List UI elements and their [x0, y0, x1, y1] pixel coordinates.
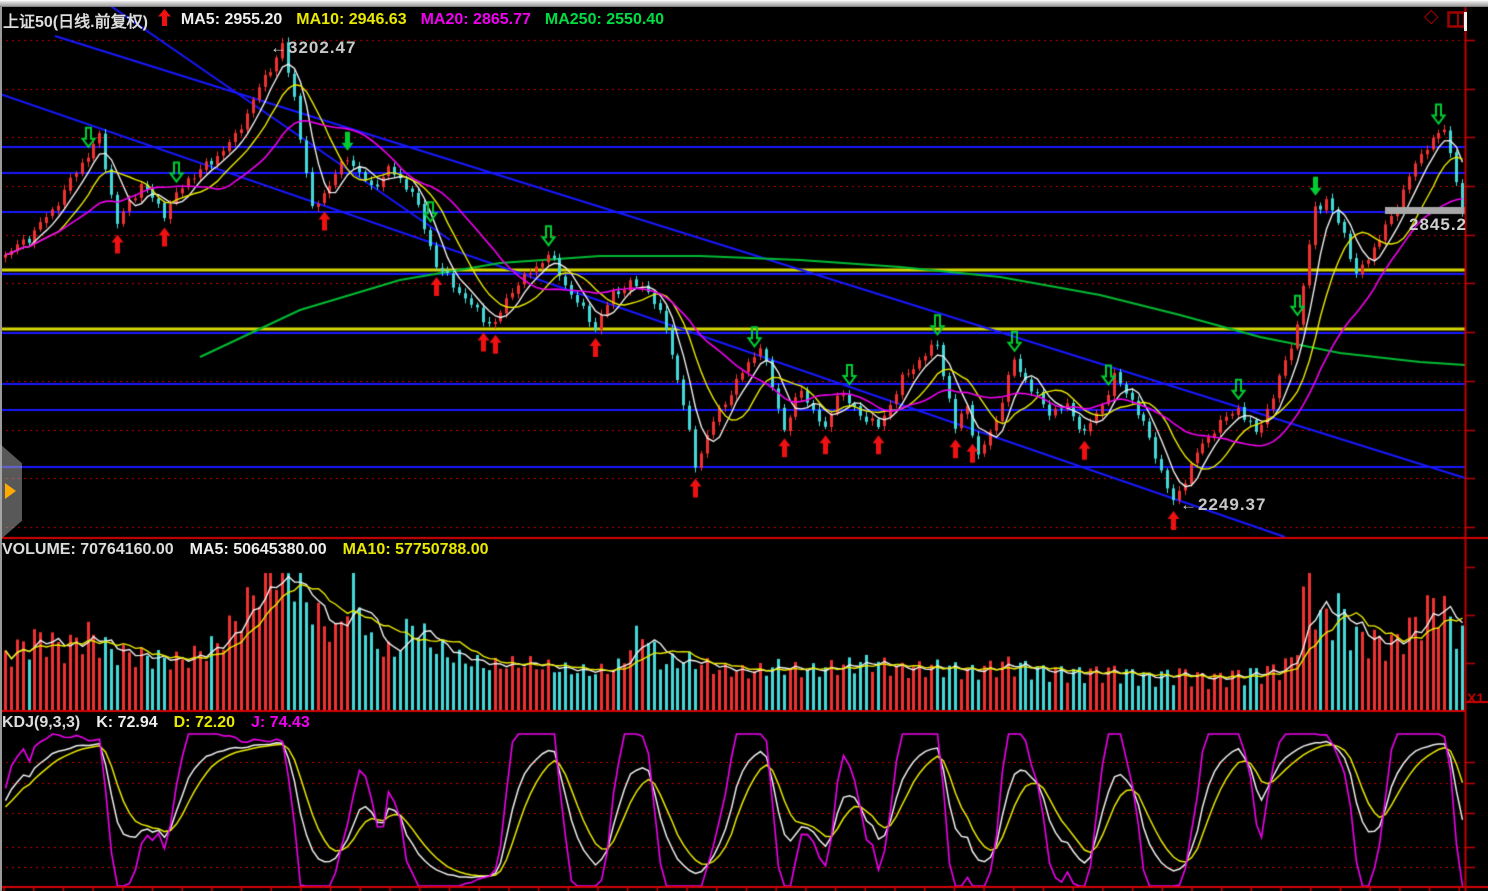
volume-scale-note: X1 [1467, 690, 1484, 706]
ma5-value: MA5: 2955.20 [181, 11, 282, 29]
red-up-arrow-icon [158, 9, 171, 31]
ma20-value: MA20: 2865.77 [421, 11, 531, 29]
window-top-edge [0, 0, 1488, 7]
kdj-j-value: J: 74.43 [251, 714, 310, 732]
axis-cursor-mark [1464, 12, 1467, 31]
kdj-k-value: K: 72.94 [96, 714, 157, 732]
kdj-header: KDJ(9,3,3) K: 72.94 D: 72.20 J: 74.43 [2, 713, 310, 733]
kdj-indicator-name: KDJ(9,3,3) [2, 714, 80, 732]
last-price-label: 2845.2 [1409, 215, 1467, 235]
price-chart-canvas[interactable] [0, 0, 1488, 891]
low-price-label: ←2249.37 [1180, 495, 1266, 515]
volume-value: VOLUME: 70764160.00 [2, 541, 174, 559]
ma250-value: MA250: 2550.40 [545, 11, 664, 29]
diamond-button-icon[interactable]: ◇ [1424, 6, 1439, 28]
peak-price-label: ←3202.47 [270, 38, 356, 58]
volume-ma10-value: MA10: 57750788.00 [343, 541, 489, 559]
ma10-value: MA10: 2946.63 [296, 11, 406, 29]
volume-ma5-value: MA5: 50645380.00 [190, 541, 327, 559]
kdj-d-value: D: 72.20 [174, 714, 235, 732]
trading-app-window: 上证50(日线.前复权) MA5: 2955.20 MA10: 2946.63 … [0, 0, 1488, 891]
instrument-title: 上证50(日线.前复权) [3, 8, 148, 32]
volume-header: VOLUME: 70764160.00 MA5: 50645380.00 MA1… [2, 540, 489, 560]
main-chart-header: 上证50(日线.前复权) MA5: 2955.20 MA10: 2946.63 … [3, 9, 664, 31]
expand-arrow-icon [5, 483, 16, 499]
